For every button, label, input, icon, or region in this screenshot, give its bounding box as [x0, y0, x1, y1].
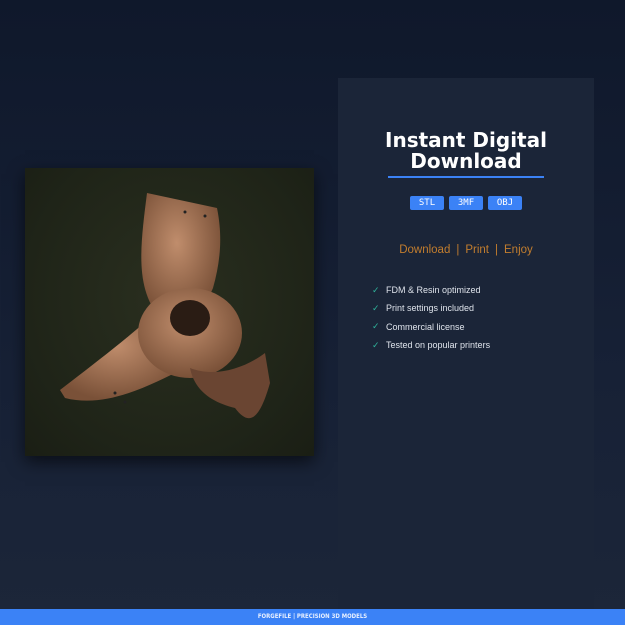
check-icon: ✓ [372, 339, 380, 350]
tagline-enjoy: Enjoy [504, 244, 533, 256]
format-badge-3mf: 3MF [449, 196, 483, 210]
feature-list: ✓ FDM & Resin optimized ✓ Print settings i… [372, 281, 490, 354]
tagline: Download | Print | Enjoy [338, 244, 594, 256]
info-panel: Instant Digital Download STL 3MF OBJ Dow… [338, 78, 594, 609]
tagline-print: Print [465, 244, 490, 256]
feature-text: Print settings included [386, 303, 475, 314]
tagline-separator: | [456, 244, 460, 256]
feature-text: FDM & Resin optimized [386, 285, 481, 296]
footer-text: FORGEFILE | PRECISION 3D MODELS [257, 613, 368, 620]
check-icon: ✓ [372, 284, 380, 295]
footer-bar: FORGEFILE | PRECISION 3D MODELS [0, 609, 625, 625]
title-line-1: Instant Digital [385, 128, 547, 152]
tagline-separator: | [495, 244, 499, 256]
format-badge-stl: STL [410, 196, 444, 210]
feature-item: ✓ Tested on popular printers [372, 336, 490, 354]
format-badge-obj: OBJ [488, 196, 522, 210]
title-line-2: Download [410, 149, 522, 173]
feature-text: Tested on popular printers [386, 340, 491, 351]
tagline-download: Download [399, 244, 451, 256]
format-badges: STL 3MF OBJ [338, 196, 594, 210]
feature-item: ✓ Print settings included [372, 299, 490, 317]
model-render [60, 193, 270, 419]
check-icon: ✓ [372, 321, 380, 332]
panel-title: Instant Digital Download [338, 130, 594, 172]
title-divider [388, 176, 544, 178]
check-icon: ✓ [372, 302, 380, 313]
product-image [25, 168, 314, 456]
feature-text: Commercial license [386, 321, 465, 332]
feature-item: ✓ FDM & Resin optimized [372, 281, 490, 299]
feature-item: ✓ Commercial license [372, 318, 490, 336]
